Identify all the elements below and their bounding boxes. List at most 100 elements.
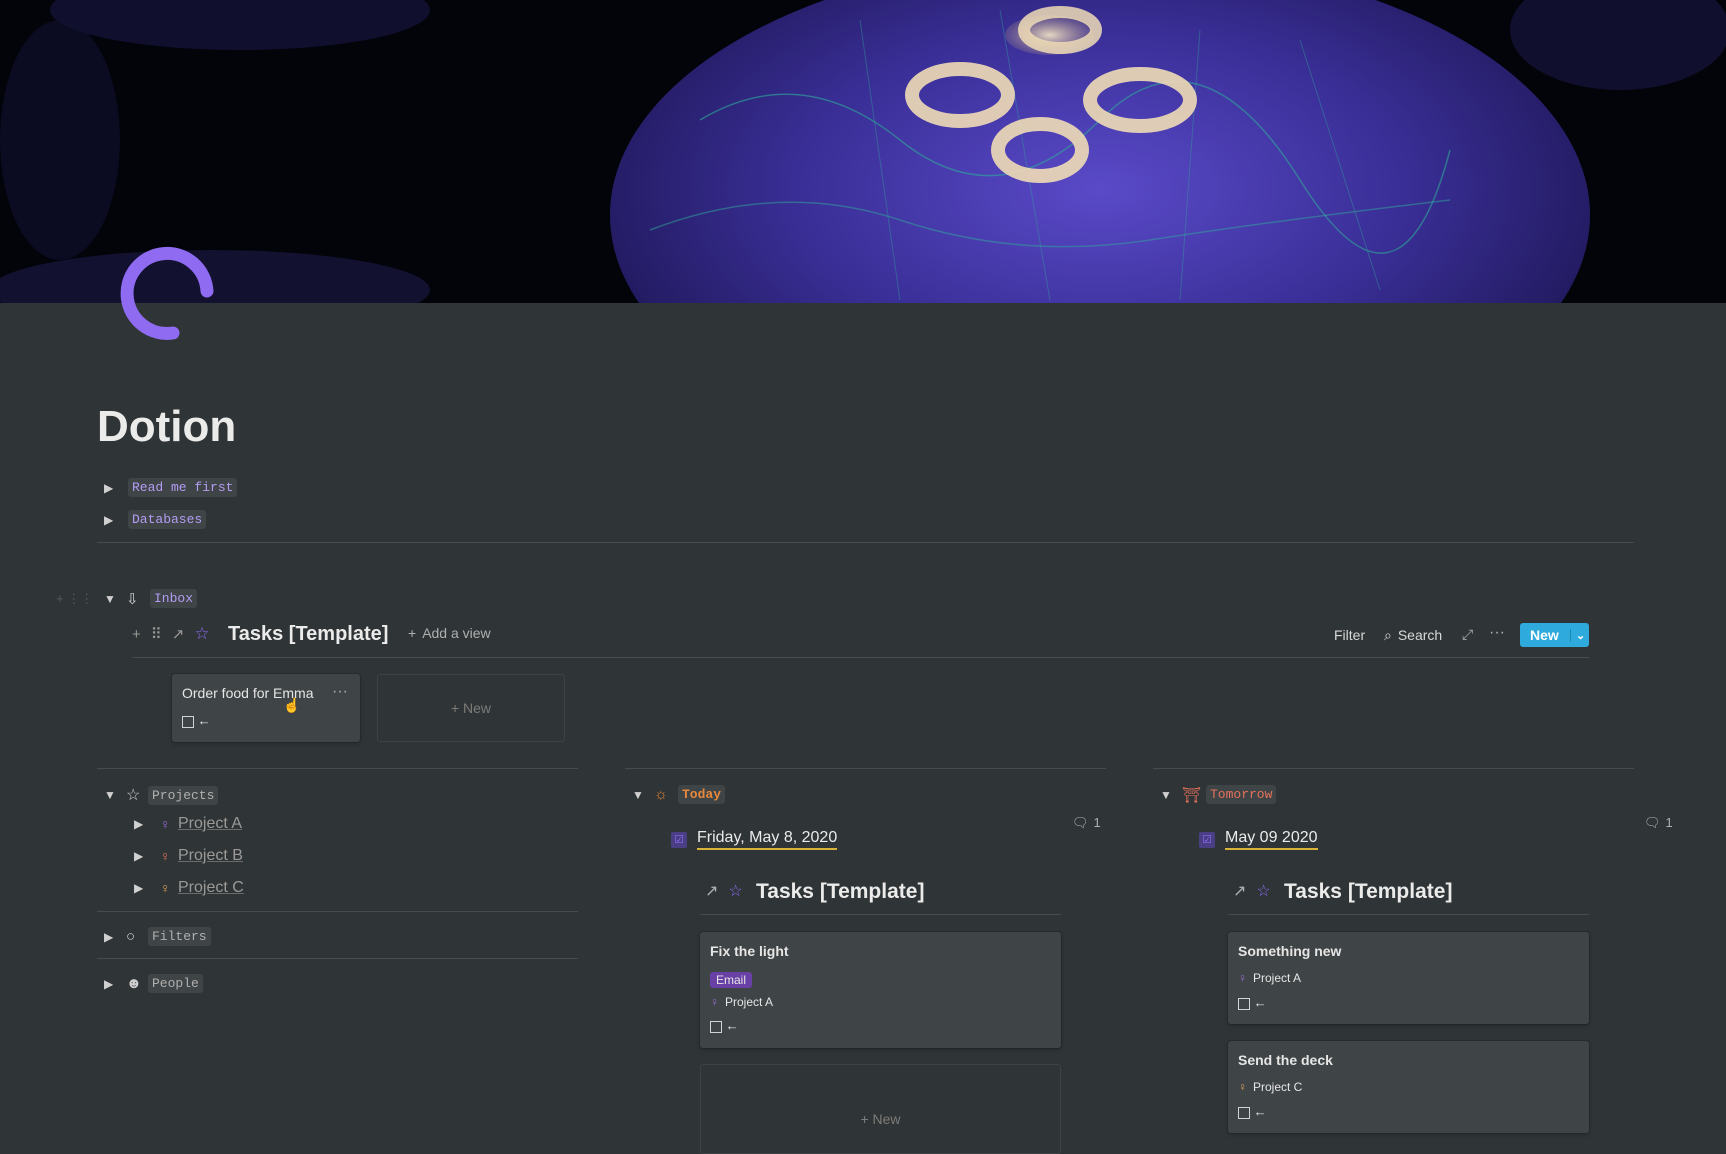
toggle-arrow-icon[interactable]: ▶ — [104, 513, 128, 527]
checkbox[interactable] — [1238, 1106, 1250, 1119]
today-label[interactable]: Today — [678, 785, 726, 804]
star-icon: ☆ — [126, 787, 141, 804]
circle-icon: ○ — [126, 928, 136, 945]
page-icon[interactable] — [118, 246, 216, 344]
toggle-arrow-icon[interactable]: ▶ — [134, 849, 160, 863]
project-label: Project C — [1253, 1080, 1303, 1094]
tomorrow-db-title[interactable]: Tasks [Template] — [1284, 880, 1452, 904]
checkbox[interactable] — [182, 715, 194, 728]
toggle-tomorrow[interactable]: ▼ ⛩ Tomorrow — [1160, 785, 1277, 804]
search-button[interactable]: ⌕ Search — [1384, 627, 1442, 644]
toggle-arrow-icon[interactable]: ▶ — [134, 881, 160, 895]
card-title[interactable]: Fix the light — [710, 943, 789, 959]
comment-count-label: 1 — [1665, 815, 1673, 830]
toggle-projects[interactable]: ▼ ☆ Projects — [104, 785, 219, 805]
toggle-down-icon[interactable]: ▼ — [632, 788, 654, 802]
plus-icon: + — [450, 700, 464, 716]
calendar-icon: ☑ — [671, 831, 687, 848]
open-link-icon[interactable]: ↗ — [705, 881, 718, 901]
checkbox[interactable] — [1238, 997, 1250, 1010]
project-item[interactable]: ▶ ♀ Project A — [134, 815, 242, 833]
inbox-label[interactable]: Inbox — [150, 589, 198, 608]
divider — [97, 542, 1634, 543]
tomorrow-date[interactable]: May 09 2020 — [1225, 829, 1318, 850]
add-block-icon[interactable]: + — [132, 626, 141, 643]
add-view-button[interactable]: + Add a view — [408, 625, 491, 641]
project-link[interactable]: Project B — [178, 847, 243, 865]
plus-icon: + — [408, 625, 417, 641]
toggle-down-icon[interactable]: ▼ — [1160, 788, 1182, 802]
divider — [97, 958, 578, 959]
comment-count[interactable]: 🗨 1 — [1644, 815, 1673, 831]
card-title[interactable]: Something new — [1238, 943, 1341, 959]
torii-icon: ⛩ — [1182, 786, 1202, 804]
arrow-left-icon: ← — [1253, 1104, 1267, 1119]
db-divider — [700, 914, 1061, 915]
project-item[interactable]: ▶ ♀ Project C — [134, 879, 244, 897]
more-icon[interactable]: ··· — [1489, 624, 1505, 642]
task-card[interactable]: Something new ♀ Project A ← — [1228, 932, 1589, 1024]
read-me-label[interactable]: Read me first — [128, 478, 238, 497]
lightbulb-icon: ♀ — [160, 848, 171, 864]
toggle-filters[interactable]: ▶ ○ Filters — [104, 927, 211, 946]
toggle-arrow-icon[interactable]: ▶ — [104, 977, 126, 991]
today-date[interactable]: Friday, May 8, 2020 — [697, 829, 838, 850]
star-icon: ☆ — [194, 624, 210, 643]
today-db-title[interactable]: Tasks [Template] — [756, 880, 924, 904]
divider — [97, 911, 578, 912]
smiley-icon: ☻ — [126, 975, 142, 992]
arrow-left-icon: ← — [197, 713, 211, 728]
tomorrow-label[interactable]: Tomorrow — [1206, 785, 1277, 804]
toggle-databases[interactable]: ▶ Databases — [104, 510, 207, 529]
project-link[interactable]: Project A — [178, 815, 242, 833]
chevron-down-icon[interactable]: ⌄ — [1570, 628, 1585, 642]
lightbulb-icon: ♀ — [1238, 971, 1247, 985]
task-card[interactable]: Send the deck ♀ Project C ← — [1228, 1041, 1589, 1133]
inbox-db-title[interactable]: Tasks [Template] — [228, 623, 388, 646]
divider — [625, 768, 1106, 769]
toggle-arrow-icon[interactable]: ▶ — [104, 481, 128, 495]
databases-label[interactable]: Databases — [128, 510, 207, 529]
db-divider — [132, 657, 1589, 658]
people-label[interactable]: People — [148, 974, 203, 993]
more-icon[interactable]: ··· — [332, 683, 348, 701]
comment-count[interactable]: 🗨 1 — [1072, 815, 1101, 831]
page-title: Dotion — [97, 402, 237, 451]
inbox-card[interactable]: Order food for Emma ··· ← ☝ — [172, 674, 360, 742]
open-link-icon[interactable]: ↗ — [172, 625, 185, 643]
today-date-row: ☑ Friday, May 8, 2020 — [671, 829, 838, 850]
expand-icon[interactable]: ⤢ — [1462, 626, 1473, 643]
star-icon: ☆ — [728, 883, 743, 900]
new-card-label: New — [463, 700, 492, 716]
lightbulb-icon: ♀ — [160, 880, 171, 896]
toggle-arrow-icon[interactable]: ▶ — [134, 817, 160, 831]
toggle-read-me[interactable]: ▶ Read me first — [104, 478, 238, 497]
comment-count-label: 1 — [1093, 815, 1101, 830]
drag-handle-icon[interactable]: ⠿ — [151, 625, 162, 643]
new-button-label[interactable]: New — [1520, 627, 1570, 643]
arrow-left-icon: ← — [1253, 995, 1267, 1010]
arrow-left-icon: ← — [725, 1018, 739, 1033]
new-card-button[interactable]: + New — [700, 1064, 1061, 1154]
checkbox[interactable] — [710, 1020, 722, 1033]
filters-label[interactable]: Filters — [148, 927, 211, 946]
search-icon: ⌕ — [1384, 627, 1392, 643]
toggle-down-icon[interactable]: ▼ — [104, 592, 126, 606]
new-card-label: New — [872, 1111, 901, 1127]
project-item[interactable]: ▶ ♀ Project B — [134, 847, 243, 865]
toggle-people[interactable]: ▶ ☻ People — [104, 974, 203, 993]
block-handle-icon[interactable]: + ⋮⋮ — [56, 591, 93, 607]
new-button[interactable]: New ⌄ — [1520, 623, 1589, 647]
projects-label[interactable]: Projects — [148, 785, 219, 805]
task-card[interactable]: Fix the light Email ♀ Project A ← — [700, 932, 1061, 1048]
email-tag: Email — [710, 972, 753, 988]
toggle-arrow-icon[interactable]: ▶ — [104, 930, 126, 944]
open-link-icon[interactable]: ↗ — [1233, 881, 1246, 901]
toggle-inbox[interactable]: ▼ ⇩ Inbox — [104, 589, 198, 608]
new-card-button[interactable]: + New — [377, 674, 565, 742]
card-title[interactable]: Send the deck — [1238, 1052, 1333, 1068]
toggle-down-icon[interactable]: ▼ — [104, 788, 126, 802]
toggle-today[interactable]: ▼ ☼ Today — [632, 785, 726, 804]
project-link[interactable]: Project C — [178, 879, 244, 897]
filter-button[interactable]: Filter — [1334, 627, 1365, 643]
